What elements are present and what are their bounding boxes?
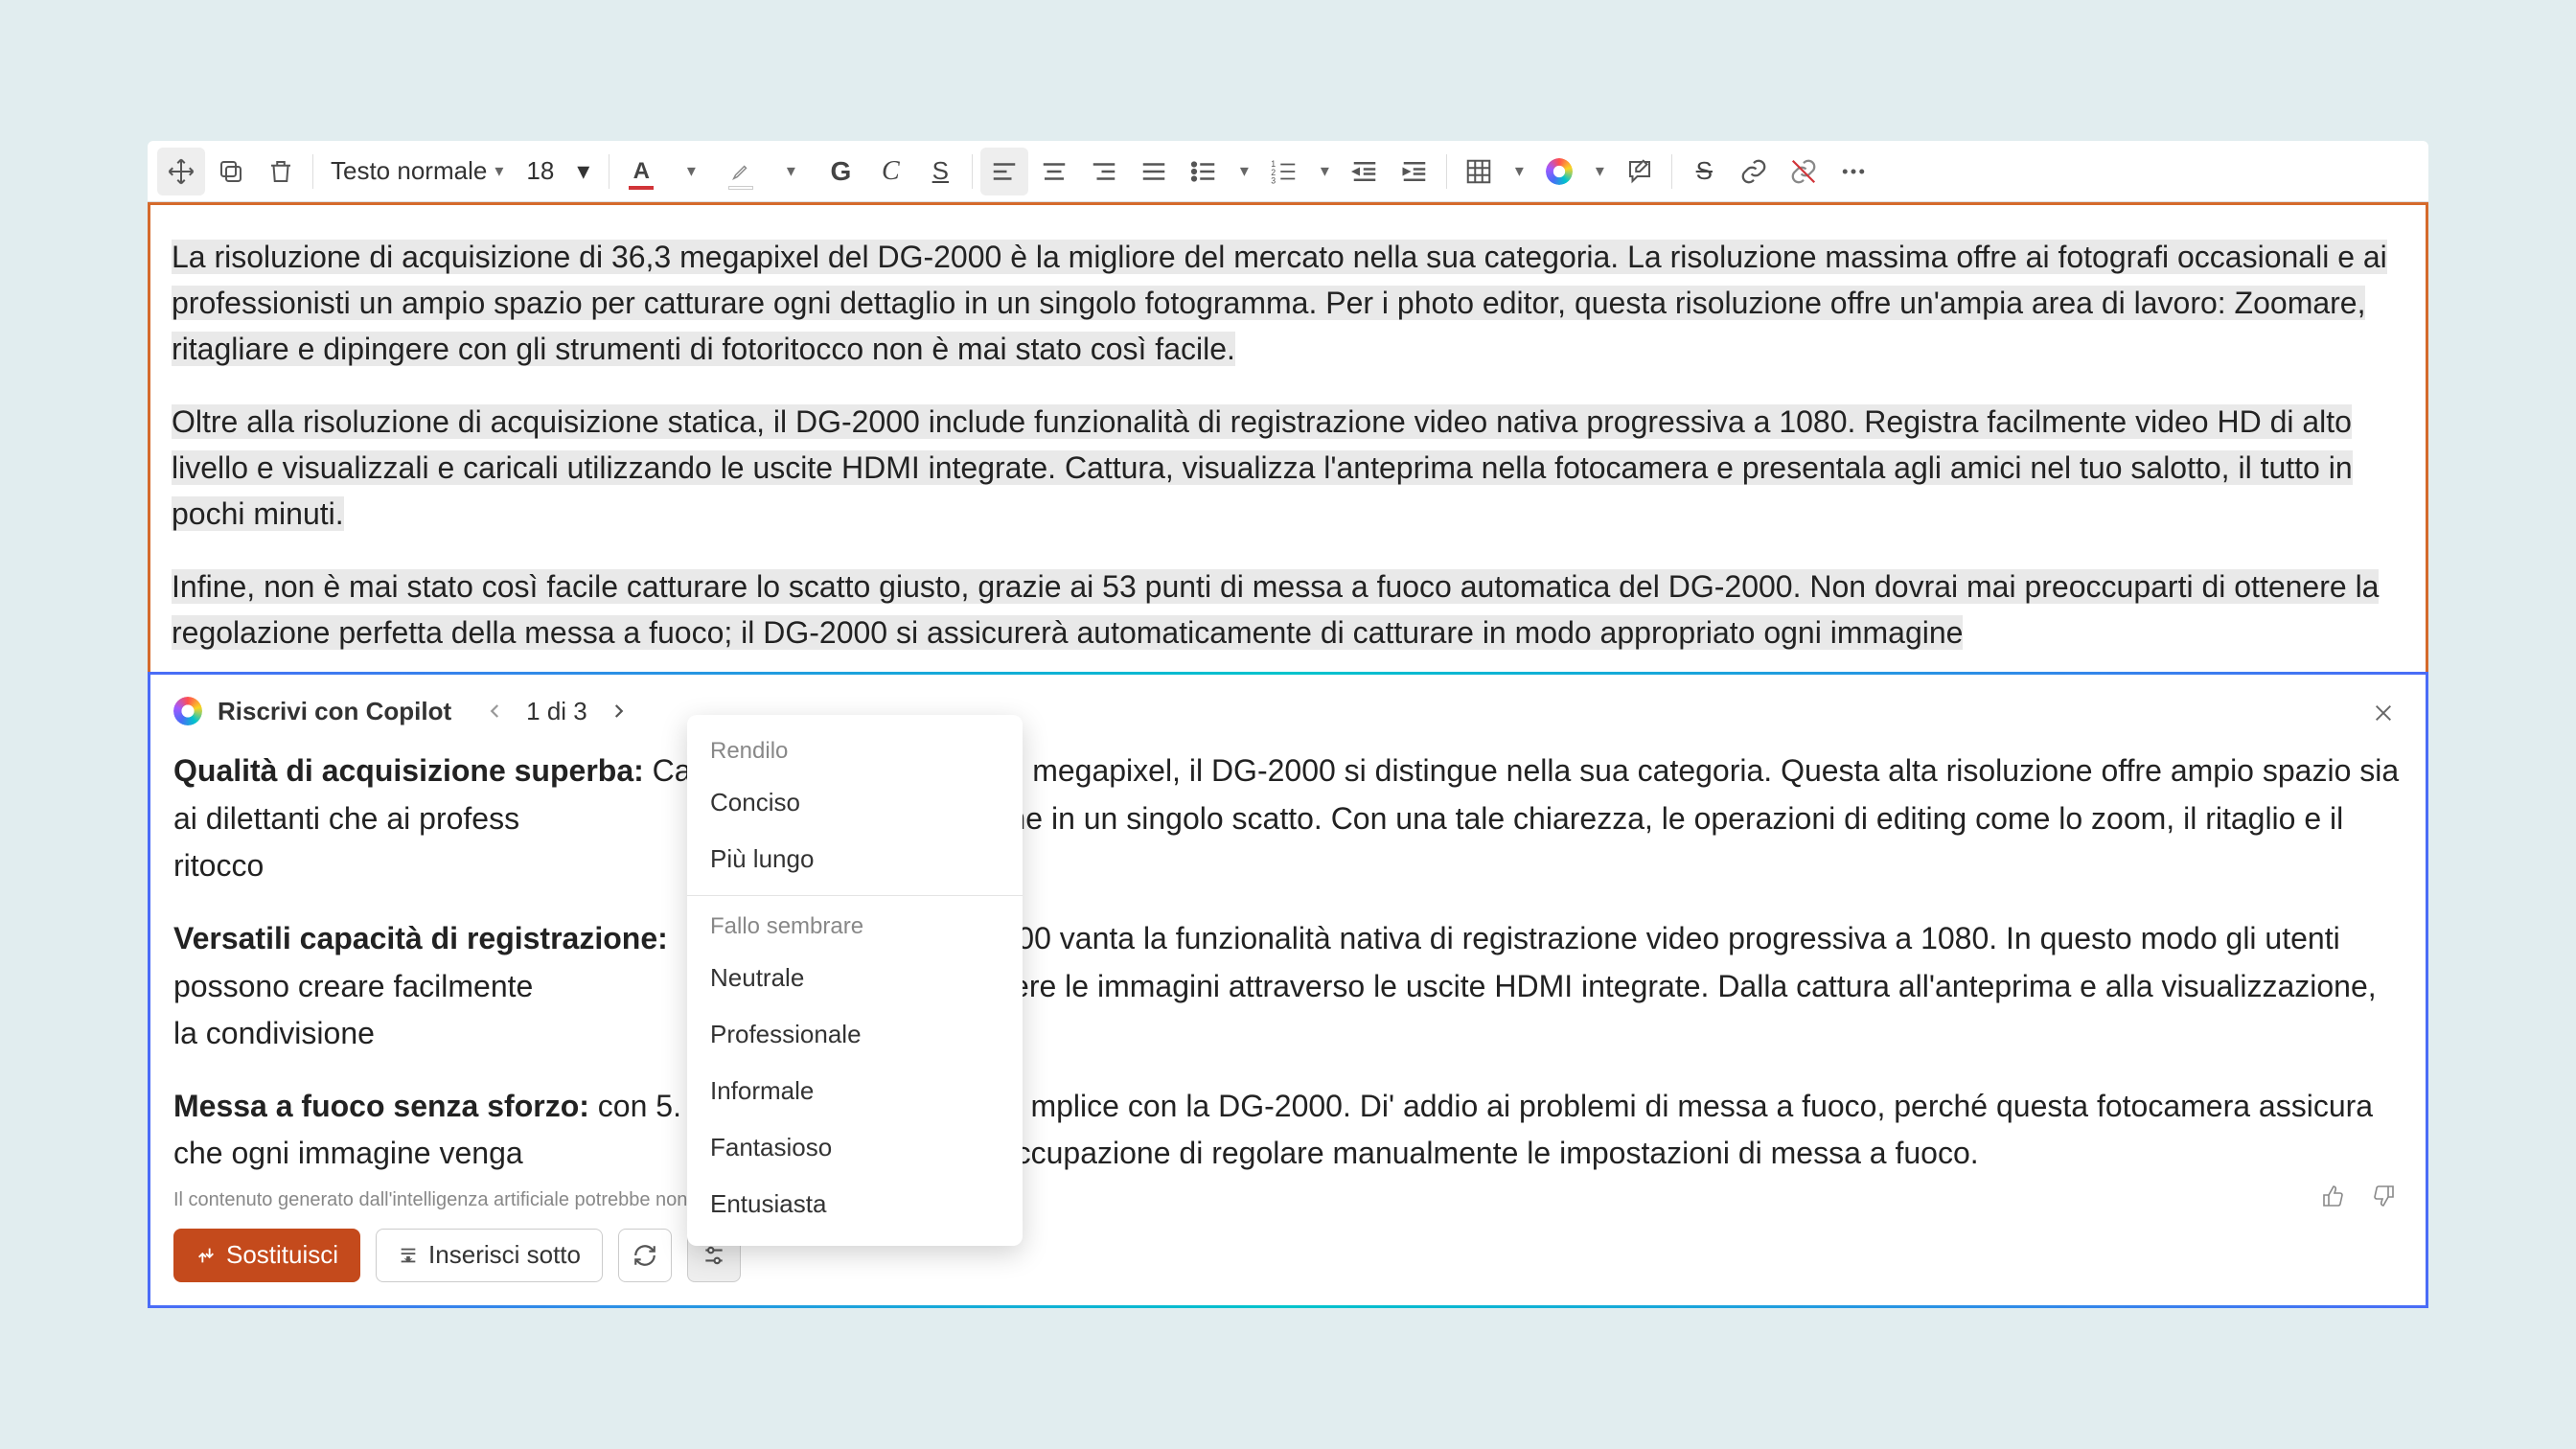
- copilot-dropdown[interactable]: ▾: [1585, 148, 1614, 196]
- copilot-panel: Riscrivi con Copilot 1 di 3 Qualità di a…: [148, 672, 2428, 1308]
- suggestion-paragraph: Versatili capacità di registrazione: 00 …: [173, 915, 2403, 1058]
- align-right-button[interactable]: [1080, 148, 1128, 196]
- separator: [609, 154, 610, 189]
- ai-disclaimer: Il contenuto generato dall'intelligenza …: [173, 1189, 2403, 1211]
- tone-menu-header: Fallo sembrare: [687, 904, 1023, 950]
- numbered-list-dropdown[interactable]: ▾: [1310, 148, 1339, 196]
- link-button[interactable]: [1730, 148, 1778, 196]
- bullet-list-button[interactable]: [1180, 148, 1228, 196]
- comment-button[interactable]: [1616, 148, 1664, 196]
- font-size-value: 18: [526, 156, 554, 186]
- copilot-pager: 1 di 3: [478, 694, 635, 728]
- thumbs-up-button[interactable]: [2314, 1177, 2353, 1215]
- insert-below-button[interactable]: Inserisci sotto: [376, 1229, 603, 1282]
- tone-item-entusiasta[interactable]: Entusiasta: [687, 1176, 1023, 1232]
- paragraph-text: Infine, non è mai stato così facile catt…: [172, 569, 2379, 650]
- insert-label: Inserisci sotto: [428, 1240, 581, 1270]
- font-color-dropdown[interactable]: ▾: [667, 148, 715, 196]
- close-button[interactable]: [2364, 694, 2403, 732]
- replace-label: Sostituisci: [226, 1240, 338, 1270]
- app-window: Testo normale ▾ 18 ▾ A ▾ ▾ G C S: [148, 141, 2428, 1308]
- tone-item-piu-lungo[interactable]: Più lungo: [687, 831, 1023, 887]
- separator: [972, 154, 973, 189]
- paragraph: La risoluzione di acquisizione di 36,3 m…: [172, 234, 2404, 372]
- highlight-button[interactable]: [717, 148, 765, 196]
- table-dropdown[interactable]: ▾: [1505, 148, 1533, 196]
- copilot-icon: [173, 697, 202, 725]
- tone-item-professionale[interactable]: Professionale: [687, 1006, 1023, 1063]
- align-left-button[interactable]: [980, 148, 1028, 196]
- document-area[interactable]: La risoluzione di acquisizione di 36,3 m…: [148, 202, 2428, 678]
- indent-button[interactable]: [1391, 148, 1438, 196]
- separator: [1446, 154, 1447, 189]
- copilot-icon: [1546, 158, 1573, 185]
- chevron-down-icon: ▾: [494, 161, 503, 181]
- outdent-button[interactable]: [1341, 148, 1389, 196]
- pager-next-button[interactable]: [601, 694, 635, 728]
- paragraph-text: La risoluzione di acquisizione di 36,3 m…: [172, 240, 2387, 366]
- move-handle-button[interactable]: [157, 148, 205, 196]
- bold-button[interactable]: G: [816, 148, 864, 196]
- toolbar: Testo normale ▾ 18 ▾ A ▾ ▾ G C S: [148, 141, 2428, 202]
- align-center-button[interactable]: [1030, 148, 1078, 196]
- highlight-dropdown[interactable]: ▾: [767, 148, 815, 196]
- tone-menu-header: Rendilo: [687, 728, 1023, 774]
- bullet-list-dropdown[interactable]: ▾: [1230, 148, 1258, 196]
- pager-text: 1 di 3: [526, 697, 587, 726]
- color-indicator-white: [728, 186, 753, 190]
- replace-button[interactable]: Sostituisci: [173, 1229, 360, 1282]
- tone-item-conciso[interactable]: Conciso: [687, 774, 1023, 831]
- numbered-list-button[interactable]: 123: [1260, 148, 1308, 196]
- paragraph: Oltre alla risoluzione di acquisizione s…: [172, 399, 2404, 537]
- suggestion-title: Qualità di acquisizione superba:: [173, 753, 644, 788]
- font-color-button[interactable]: A: [617, 148, 665, 196]
- copilot-body: Qualità di acquisizione superba: Ca mega…: [173, 748, 2403, 1178]
- copy-button[interactable]: [207, 148, 255, 196]
- font-size-select[interactable]: 18 ▾: [515, 156, 601, 186]
- copilot-title: Riscrivi con Copilot: [218, 697, 451, 726]
- tone-menu: Rendilo Conciso Più lungo Fallo sembrare…: [687, 715, 1023, 1246]
- thumbs-down-button[interactable]: [2364, 1177, 2403, 1215]
- svg-text:3: 3: [1272, 175, 1276, 185]
- italic-button[interactable]: C: [866, 148, 914, 196]
- suggestion-title: Messa a fuoco senza sforzo:: [173, 1089, 589, 1123]
- color-indicator-red: [629, 186, 654, 190]
- paragraph-text: Oltre alla risoluzione di acquisizione s…: [172, 404, 2353, 531]
- separator: [312, 154, 313, 189]
- regenerate-button[interactable]: [618, 1229, 672, 1282]
- strikethrough-button[interactable]: S: [1680, 148, 1728, 196]
- table-button[interactable]: [1455, 148, 1503, 196]
- underline-button[interactable]: S: [916, 148, 964, 196]
- copilot-button[interactable]: [1535, 148, 1583, 196]
- more-button[interactable]: [1829, 148, 1877, 196]
- paragraph: Infine, non è mai stato così facile catt…: [172, 564, 2404, 656]
- suggestion-title: Versatili capacità di registrazione:: [173, 921, 668, 955]
- unlink-button[interactable]: [1780, 148, 1828, 196]
- align-justify-button[interactable]: [1130, 148, 1178, 196]
- text-style-select[interactable]: Testo normale ▾: [321, 148, 513, 196]
- text-style-label: Testo normale: [331, 156, 487, 186]
- suggestion-paragraph: Qualità di acquisizione superba: Ca mega…: [173, 748, 2403, 890]
- tone-item-fantasioso[interactable]: Fantasioso: [687, 1119, 1023, 1176]
- feedback-buttons: [2314, 1177, 2403, 1215]
- copilot-actions: Sostituisci Inserisci sotto: [173, 1229, 2403, 1282]
- tone-item-informale[interactable]: Informale: [687, 1063, 1023, 1119]
- suggestion-paragraph: Messa a fuoco senza sforzo: con 5. mplic…: [173, 1083, 2403, 1178]
- pager-prev-button[interactable]: [478, 694, 513, 728]
- copilot-header: Riscrivi con Copilot 1 di 3: [173, 694, 2403, 728]
- separator: [1671, 154, 1672, 189]
- chevron-down-icon: ▾: [577, 156, 589, 186]
- delete-button[interactable]: [257, 148, 305, 196]
- divider: [687, 895, 1023, 896]
- tone-item-neutrale[interactable]: Neutrale: [687, 950, 1023, 1006]
